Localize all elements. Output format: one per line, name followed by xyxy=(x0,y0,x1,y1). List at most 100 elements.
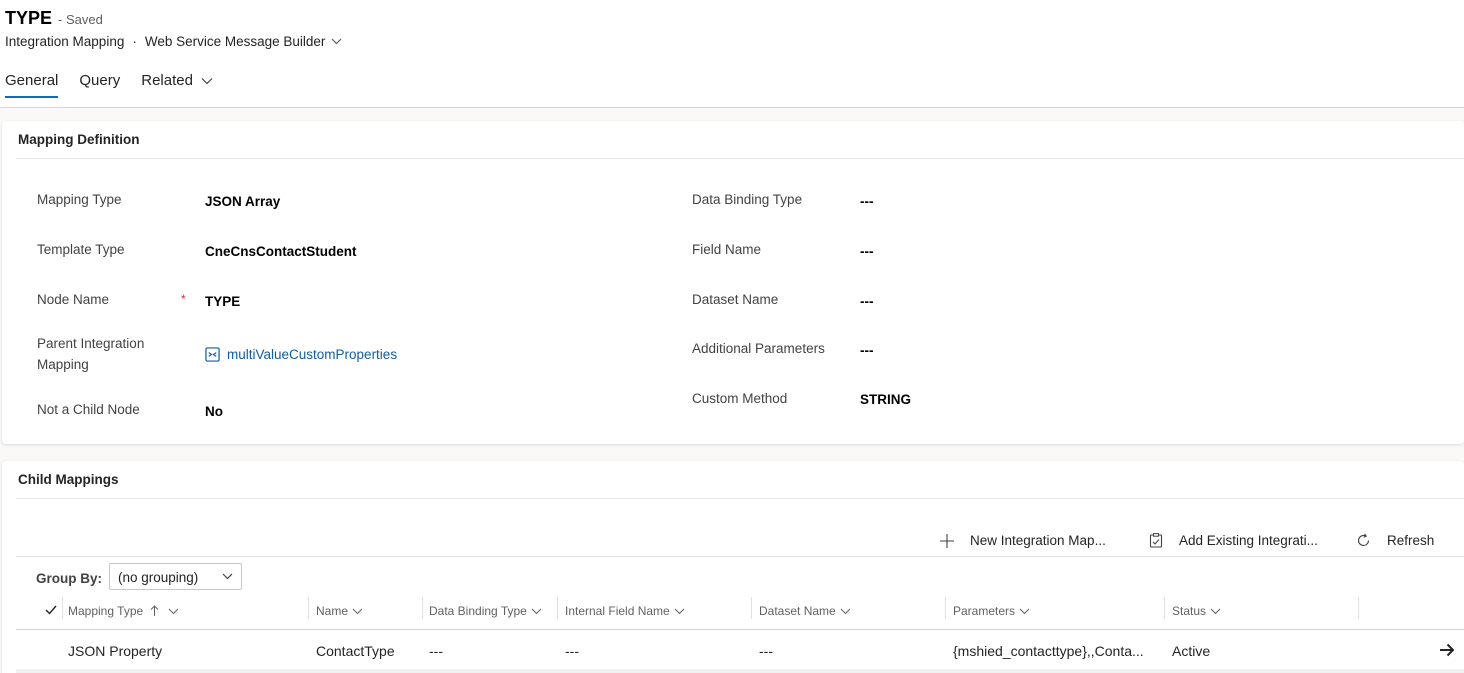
tab-label: General xyxy=(5,72,59,89)
cell-parameters: {mshied_contacttype},,Conta... xyxy=(953,643,1144,659)
field-value-template-type[interactable]: CneCnsContactStudent xyxy=(205,244,357,259)
save-status: - Saved xyxy=(58,12,103,27)
field-value-node-name[interactable]: TYPE xyxy=(205,294,240,309)
field-label-parent-integration-mapping: Parent Integration Mapping xyxy=(37,336,145,372)
mapping-definition-section: Mapping Definition Mapping Type JSON Arr… xyxy=(2,121,1464,444)
child-mappings-section: Child Mappings New Integration Map... Ad… xyxy=(2,461,1464,673)
form-selector[interactable]: Web Service Message Builder xyxy=(145,34,343,49)
cell-dataset-name: --- xyxy=(759,643,773,659)
column-divider xyxy=(62,597,63,619)
refresh-button[interactable]: Refresh xyxy=(1356,533,1434,548)
group-by-dropdown[interactable]: (no grouping) xyxy=(109,563,242,590)
column-header-internal-field-name[interactable]: Internal Field Name xyxy=(565,604,685,618)
column-header-status[interactable]: Status xyxy=(1172,604,1221,618)
chevron-down-icon xyxy=(201,77,213,84)
column-divider xyxy=(557,597,558,619)
tab-label: Related xyxy=(141,72,193,89)
field-label-not-a-child-node: Not a Child Node xyxy=(37,402,140,417)
field-value-data-binding-type[interactable]: --- xyxy=(860,194,874,209)
tab-query[interactable]: Query xyxy=(79,72,120,98)
record-title: TYPE xyxy=(5,8,53,28)
chevron-down-icon xyxy=(168,608,179,614)
chevron-down-icon xyxy=(1019,608,1030,614)
chevron-down-icon xyxy=(840,608,851,614)
column-label: Name xyxy=(316,604,349,618)
column-divider xyxy=(751,597,752,619)
field-label-additional-parameters: Additional Parameters xyxy=(692,341,825,356)
tab-related[interactable]: Related xyxy=(141,72,213,98)
clipboard-add-icon xyxy=(1149,533,1163,548)
parent-mapping-link[interactable]: multiValueCustomProperties xyxy=(205,347,397,362)
chevron-down-icon xyxy=(531,608,542,614)
cell-mapping-type: JSON Property xyxy=(68,643,163,659)
cell-status: Active xyxy=(1172,643,1211,659)
group-by-value: (no grouping) xyxy=(118,570,199,585)
field-label-dataset-name: Dataset Name xyxy=(692,292,779,307)
refresh-icon xyxy=(1358,533,1370,547)
field-label-custom-method: Custom Method xyxy=(692,391,788,406)
divider xyxy=(16,629,1464,630)
tab-general[interactable]: General xyxy=(5,72,59,98)
plus-icon xyxy=(940,533,954,548)
entity-name: Integration Mapping xyxy=(5,34,125,49)
button-label: Add Existing Integrati... xyxy=(1179,533,1318,548)
chevron-down-icon xyxy=(1210,608,1221,614)
section-title: Child Mappings xyxy=(18,472,119,487)
tab-list: General Query Related xyxy=(5,72,234,98)
group-by-label: Group By: xyxy=(36,571,102,586)
form-name: Web Service Message Builder xyxy=(144,34,326,49)
add-existing-integration-mapping-button[interactable]: Add Existing Integrati... xyxy=(1149,533,1318,548)
breadcrumb-separator: · xyxy=(132,34,137,49)
column-label: Internal Field Name xyxy=(565,604,670,618)
cell-data-binding-type: --- xyxy=(429,643,443,659)
column-label: Parameters xyxy=(953,604,1016,618)
button-label: New Integration Map... xyxy=(970,533,1106,548)
title-row: TYPE - Saved xyxy=(5,8,103,29)
field-label-template-type: Template Type xyxy=(37,242,125,257)
column-header-data-binding-type[interactable]: Data Binding Type xyxy=(429,604,542,618)
cell-internal-field-name: --- xyxy=(565,643,579,659)
column-header-dataset-name[interactable]: Dataset Name xyxy=(759,604,851,618)
field-value-not-a-child-node[interactable]: No xyxy=(205,404,223,419)
tab-label: Query xyxy=(79,72,121,89)
column-divider xyxy=(945,597,946,619)
column-divider xyxy=(1164,597,1165,619)
field-value-additional-parameters[interactable]: --- xyxy=(860,343,874,358)
column-label: Status xyxy=(1172,604,1207,618)
column-header-mapping-type[interactable]: Mapping Type xyxy=(68,604,179,618)
form-header: TYPE - Saved Integration Mapping · Web S… xyxy=(0,0,1464,108)
chevron-down-icon xyxy=(674,608,685,614)
divider xyxy=(16,158,1464,159)
chevron-down-icon xyxy=(332,38,342,45)
divider xyxy=(16,498,1464,499)
new-integration-mapping-button[interactable]: New Integration Map... xyxy=(940,533,1106,548)
column-divider xyxy=(308,597,309,619)
field-label-field-name: Field Name xyxy=(692,242,762,257)
column-label: Dataset Name xyxy=(759,604,836,618)
column-header-name[interactable]: Name xyxy=(316,604,363,618)
column-divider xyxy=(1358,597,1359,619)
required-indicator: * xyxy=(181,292,186,306)
record-icon xyxy=(205,347,220,362)
arrow-right-icon[interactable] xyxy=(1439,643,1455,657)
sort-ascending-icon xyxy=(150,605,159,616)
chevron-down-icon xyxy=(222,573,233,580)
row-divider xyxy=(16,669,1464,673)
field-value-dataset-name[interactable]: --- xyxy=(860,294,874,309)
column-divider xyxy=(422,597,423,619)
divider xyxy=(16,556,1464,557)
field-label-data-binding-type: Data Binding Type xyxy=(692,192,803,207)
section-title: Mapping Definition xyxy=(18,132,140,147)
column-label: Data Binding Type xyxy=(429,604,527,618)
field-label-mapping-type: Mapping Type xyxy=(37,192,122,207)
column-header-parameters[interactable]: Parameters xyxy=(953,604,1030,618)
select-all-checkmark-icon[interactable] xyxy=(45,605,57,615)
field-label-node-name: Node Name xyxy=(37,292,110,307)
field-value-field-name[interactable]: --- xyxy=(860,244,874,259)
field-value-mapping-type[interactable]: JSON Array xyxy=(205,194,280,209)
button-label: Refresh xyxy=(1387,533,1435,548)
cell-name: ContactType xyxy=(316,643,395,659)
column-label: Mapping Type xyxy=(68,604,144,618)
field-value-custom-method[interactable]: STRING xyxy=(860,392,911,407)
chevron-down-icon xyxy=(352,608,363,614)
